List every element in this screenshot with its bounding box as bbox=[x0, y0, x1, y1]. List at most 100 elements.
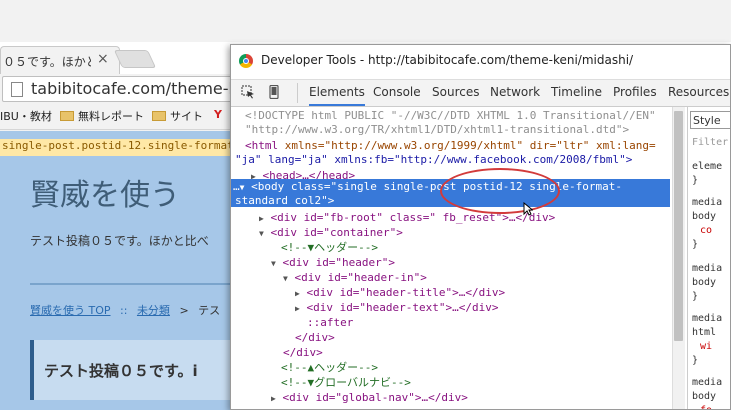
elements-tree[interactable]: <!DOCTYPE html PUBLIC "-//W3C//DTD XHTML… bbox=[231, 107, 686, 409]
dom-html-line2[interactable]: "ja" lang="ja" xmlns:fb="http://www.face… bbox=[235, 153, 632, 167]
tag-text: <div id="header-text">…</div> bbox=[306, 301, 499, 314]
yahoo-icon[interactable]: Y bbox=[214, 108, 222, 121]
breadcrumb-current: テス bbox=[198, 304, 221, 317]
expand-arrow-icon[interactable]: ▶ bbox=[259, 214, 264, 223]
style-rule-text: media bbox=[692, 263, 723, 274]
dom-close-div[interactable]: </div> bbox=[283, 346, 323, 360]
style-rule-text: eleme bbox=[692, 161, 723, 172]
page-icon bbox=[11, 82, 23, 97]
tab-resources[interactable]: Resources bbox=[668, 85, 729, 99]
bookmark-label: IBU・教材 bbox=[0, 110, 52, 123]
breadcrumb: 賢威を使う TOP :: 未分類 > テス bbox=[30, 302, 220, 318]
style-rule-text: html bbox=[692, 327, 717, 338]
screen: ０５です。ほかと比 × tabibitocafe.com/theme-keni … bbox=[0, 0, 731, 410]
style-rule-text: media bbox=[692, 313, 723, 324]
styles-pane: Style Filter eleme } media body co } med… bbox=[687, 107, 730, 409]
dom-doctype-line1[interactable]: <!DOCTYPE html PUBLIC "-//W3C//DTD XHTML… bbox=[245, 109, 656, 123]
chrome-icon bbox=[239, 54, 253, 68]
dom-body-line2[interactable]: standard col2"> bbox=[235, 194, 334, 208]
dom-comment-header-end[interactable]: <!--▲ヘッダー--> bbox=[281, 361, 378, 375]
device-mode-icon[interactable] bbox=[269, 84, 279, 103]
style-rule-text: } bbox=[692, 291, 699, 302]
breadcrumb-home-link[interactable]: 賢威を使う TOP bbox=[30, 304, 111, 317]
dom-close-div[interactable]: </div> bbox=[295, 331, 335, 345]
site-title[interactable]: 賢威を使う bbox=[30, 170, 180, 214]
dots-icon: … bbox=[233, 180, 240, 193]
style-rule-text: media bbox=[692, 197, 723, 208]
tab-title: ０５です。ほかと比 bbox=[3, 55, 91, 69]
address-url: tabibitocafe.com/theme-keni bbox=[31, 79, 262, 98]
collapse-arrow-icon[interactable]: ▼ bbox=[283, 274, 288, 283]
tab-network[interactable]: Network bbox=[490, 85, 540, 99]
style-prop-text: fo bbox=[700, 405, 712, 409]
dom-global-nav[interactable]: ▶ <div id="global-nav">…</div> bbox=[271, 391, 468, 406]
tag-text: <html bbox=[245, 139, 279, 152]
folder-icon bbox=[60, 111, 74, 121]
style-prop-text: wi bbox=[700, 341, 713, 352]
tag-text: <div id="global-nav">…</div> bbox=[282, 391, 468, 404]
dom-header-in[interactable]: ▼ <div id="header-in"> bbox=[283, 271, 427, 286]
dom-body-line1[interactable]: …▼ <body class="single single-post posti… bbox=[233, 180, 622, 195]
dom-html-line1[interactable]: <html xmlns="http://www.w3.org/1999/xhtm… bbox=[245, 139, 656, 153]
style-rule-text: media bbox=[692, 377, 723, 388]
devtools-title: Developer Tools - http://tabibitocafe.co… bbox=[261, 53, 634, 67]
dom-container[interactable]: ▼ <div id="container"> bbox=[259, 226, 403, 241]
tab-console[interactable]: Console bbox=[373, 85, 421, 99]
post-title: テスト投稿０５です。i bbox=[44, 362, 198, 380]
tab-elements[interactable]: Elements bbox=[309, 85, 365, 106]
style-rule-text: } bbox=[692, 239, 699, 250]
breadcrumb-sep: :: bbox=[120, 304, 128, 317]
tag-text: <div id="header-in"> bbox=[294, 271, 427, 284]
annotation-circle bbox=[440, 168, 560, 214]
styles-tab[interactable]: Style bbox=[690, 111, 730, 129]
tab-close-icon[interactable]: × bbox=[97, 51, 109, 67]
style-rule-text: } bbox=[692, 355, 699, 366]
tab-timeline[interactable]: Timeline bbox=[551, 85, 602, 99]
dom-after-pseudo[interactable]: ::after bbox=[307, 316, 353, 330]
attr-text: xmlns="http://www.w3.org/1999/xhtml" dir… bbox=[278, 139, 656, 152]
element-highlight-label: single-post.postid-12.single-format bbox=[0, 139, 240, 156]
collapse-arrow-icon[interactable]: ▼ bbox=[240, 183, 245, 192]
expand-arrow-icon[interactable]: ▶ bbox=[295, 289, 300, 298]
bookmark-item-site[interactable]: サイト bbox=[152, 108, 203, 124]
tag-text: <div id="header"> bbox=[282, 256, 396, 269]
breadcrumb-category-link[interactable]: 未分類 bbox=[137, 304, 170, 317]
breadcrumb-sep: > bbox=[179, 304, 189, 317]
tab-sources[interactable]: Sources bbox=[432, 85, 479, 99]
toolbar-separator bbox=[297, 83, 298, 103]
divider bbox=[30, 283, 230, 285]
address-bar[interactable]: tabibitocafe.com/theme-keni bbox=[2, 76, 262, 102]
style-rule-text: body bbox=[692, 391, 717, 402]
style-rule-text: body bbox=[692, 277, 717, 288]
dom-header-title[interactable]: ▶ <div id="header-title">…</div> bbox=[295, 286, 505, 301]
dom-header[interactable]: ▼ <div id="header"> bbox=[271, 256, 395, 271]
bookmark-item-report[interactable]: 無料レポート bbox=[60, 108, 144, 124]
collapse-arrow-icon[interactable]: ▼ bbox=[259, 229, 264, 238]
dom-comment-header[interactable]: <!--▼ヘッダー--> bbox=[281, 241, 378, 255]
mouse-cursor-icon bbox=[523, 202, 533, 216]
tag-text: <div id="header-title">…</div> bbox=[306, 286, 506, 299]
bookmark-label: 無料レポート bbox=[78, 110, 144, 123]
elements-scrollbar-thumb[interactable] bbox=[674, 111, 683, 341]
tab-profiles[interactable]: Profiles bbox=[613, 85, 657, 99]
inspect-element-icon[interactable] bbox=[241, 85, 255, 103]
devtools-window: Developer Tools - http://tabibitocafe.co… bbox=[230, 44, 731, 410]
styles-tab-label: Style bbox=[693, 114, 721, 127]
browser-tab[interactable]: ０５です。ほかと比 × bbox=[0, 46, 120, 74]
tag-text: <div id="container"> bbox=[270, 226, 403, 239]
tag-text: <body class="single single-post postid-1… bbox=[251, 180, 622, 193]
bookmark-label: サイト bbox=[170, 110, 203, 123]
folder-icon bbox=[152, 111, 166, 121]
dom-header-text[interactable]: ▶ <div id="header-text">…</div> bbox=[295, 301, 499, 316]
expand-arrow-icon[interactable]: ▶ bbox=[295, 304, 300, 313]
bookmark-item-ibu[interactable]: IBU・教材 bbox=[0, 108, 52, 124]
style-rule-text: } bbox=[692, 175, 699, 186]
collapse-arrow-icon[interactable]: ▼ bbox=[271, 259, 276, 268]
styles-filter-input[interactable]: Filter bbox=[692, 137, 728, 148]
style-rule-text: body bbox=[692, 211, 717, 222]
style-prop-text: co bbox=[700, 225, 713, 236]
site-description: テスト投稿０５です。ほかと比べ bbox=[30, 234, 209, 248]
expand-arrow-icon[interactable]: ▶ bbox=[271, 394, 276, 403]
dom-doctype-line2[interactable]: "http://www.w3.org/TR/xhtml1/DTD/xhtml1-… bbox=[245, 123, 629, 137]
dom-comment-global-nav[interactable]: <!--▼グローバルナビ--> bbox=[281, 376, 411, 390]
